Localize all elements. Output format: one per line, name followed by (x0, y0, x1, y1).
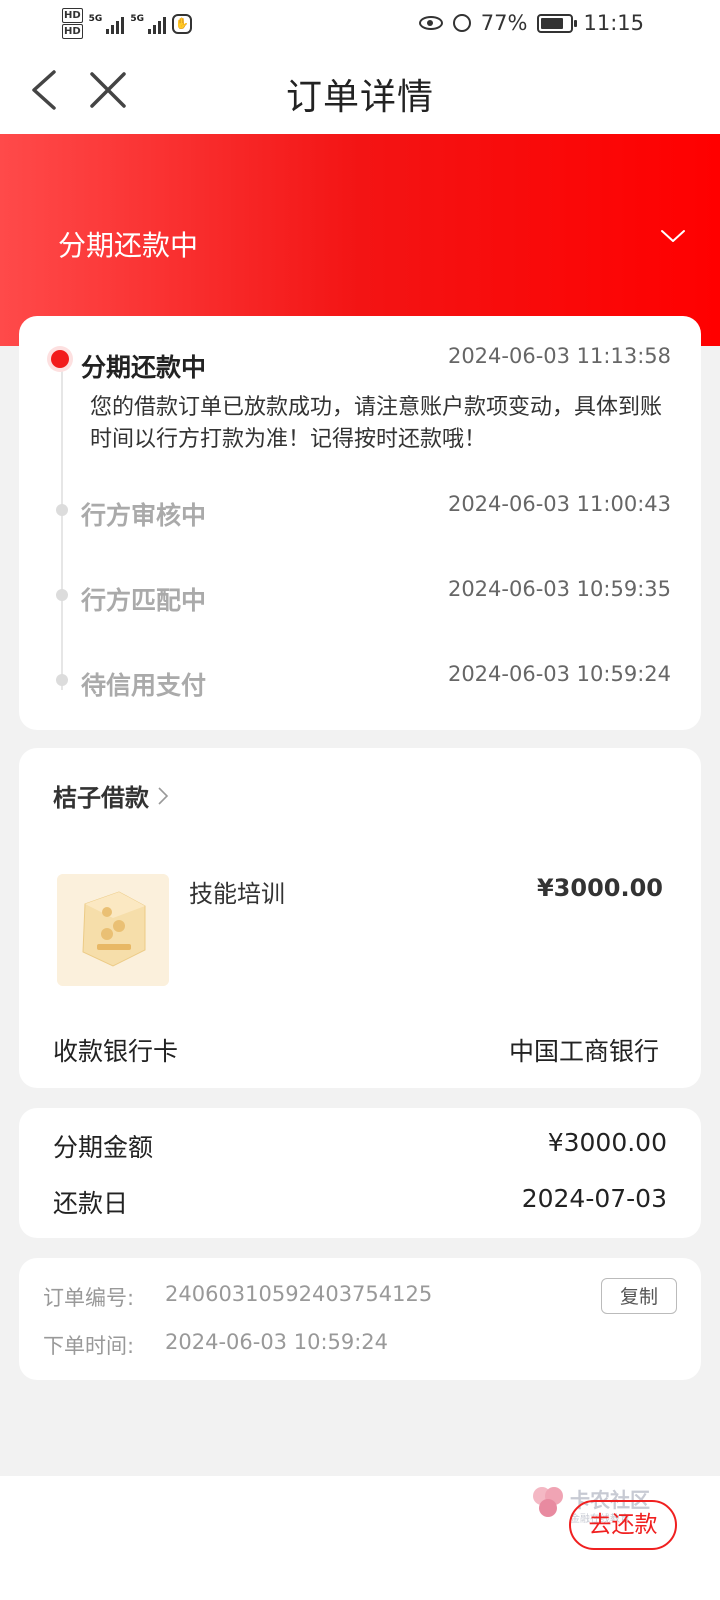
timeline-line (61, 360, 63, 690)
order-time-label: 下单时间: (43, 1334, 135, 1358)
timeline-dot (56, 674, 68, 686)
timeline-step-description: 您的借款订单已放款成功，请注意账户款项变动，具体到账时间以行方打款为准！记得按时… (90, 395, 663, 452)
battery-icon (537, 13, 578, 33)
order-time-value: 2024-06-03 10:59:24 (165, 1330, 389, 1354)
chevron-right-icon (158, 786, 169, 805)
order-status-title: 分期还款中 (58, 229, 199, 262)
hd-badge: HD (62, 8, 83, 23)
repay-button[interactable]: 去还款 (569, 1500, 677, 1550)
eye-icon (418, 16, 443, 30)
kanong-logo-icon (533, 1487, 563, 1517)
product-price: ¥3000.00 (536, 874, 663, 902)
signal-icon: 5G (89, 14, 125, 34)
installment-amount-label: 分期金额 (53, 1133, 154, 1162)
timeline-step-time: 2024-06-03 10:59:24 (447, 662, 671, 686)
due-date-value: 2024-07-03 (521, 1184, 667, 1213)
network-type: 5G (130, 14, 144, 24)
timeline-step-name: 行方审核中 (81, 501, 207, 530)
timeline-dot (56, 589, 68, 601)
timeline-step-name: 行方匹配中 (81, 586, 207, 615)
hd-badges: HD HD (62, 8, 83, 40)
status-bar: HD HD 5G 5G ✋ 77% 11:15 (0, 0, 720, 48)
network-type: 5G (88, 14, 103, 24)
timeline-step-name: 待信用支付 (81, 671, 207, 700)
chevron-down-icon[interactable] (660, 228, 686, 244)
order-number-value: 24060310592403754125 (165, 1282, 433, 1306)
timeline-step-time: 2024-06-03 11:13:58 (447, 344, 671, 368)
copy-button[interactable]: 复制 (601, 1278, 677, 1314)
timeline-step-time: 2024-06-03 11:00:43 (447, 492, 671, 516)
timeline-step-name: 分期还款中 (81, 353, 207, 382)
bank-card-label: 收款银行卡 (53, 1037, 179, 1066)
installment-amount-value: ¥3000.00 (547, 1128, 667, 1157)
merchant-link[interactable]: 桔子借款 (53, 778, 169, 813)
product-thumbnail-icon (57, 874, 169, 986)
merchant-name: 桔子借款 (53, 784, 149, 812)
due-date-label: 还款日 (53, 1189, 129, 1218)
progress-timeline-card: 分期还款中 2024-06-03 11:13:58 您的借款订单已放款成功，请注… (19, 316, 701, 730)
status-bar-left: HD HD 5G 5G ✋ (62, 8, 192, 40)
bank-card-value: 中国工商银行 (508, 1037, 659, 1066)
order-number-label: 订单编号: (43, 1286, 135, 1310)
status-bar-right: 77% 11:15 (418, 11, 644, 35)
timeline-dot-active (51, 350, 69, 368)
timeline-dot (56, 504, 68, 516)
hd-badge: HD (62, 24, 83, 39)
bottom-bar: 卡农社区 金融在线教育 去还款 (0, 1476, 720, 1600)
hand-icon: ✋ (171, 14, 192, 34)
status-header[interactable]: 分期还款中 (0, 134, 720, 346)
product-card: 桔子借款 技能培训 ¥3000.00 收款银行卡 中国工商银行 (19, 748, 701, 1088)
nav-bar: 订单详情 (0, 48, 720, 134)
page-title: 订单详情 (285, 77, 434, 118)
timeline-step-time: 2024-06-03 10:59:35 (447, 577, 671, 601)
order-info-card: 订单编号: 24060310592403754125 复制 下单时间: 2024… (19, 1258, 701, 1380)
product-name: 技能培训 (189, 880, 285, 908)
installment-card: 分期金额 ¥3000.00 还款日 2024-07-03 (19, 1108, 701, 1238)
status-time: 11:15 (583, 11, 644, 35)
signal-icon: 5G (130, 14, 166, 34)
alarm-icon (452, 14, 471, 32)
battery-percent: 77% (480, 11, 528, 35)
